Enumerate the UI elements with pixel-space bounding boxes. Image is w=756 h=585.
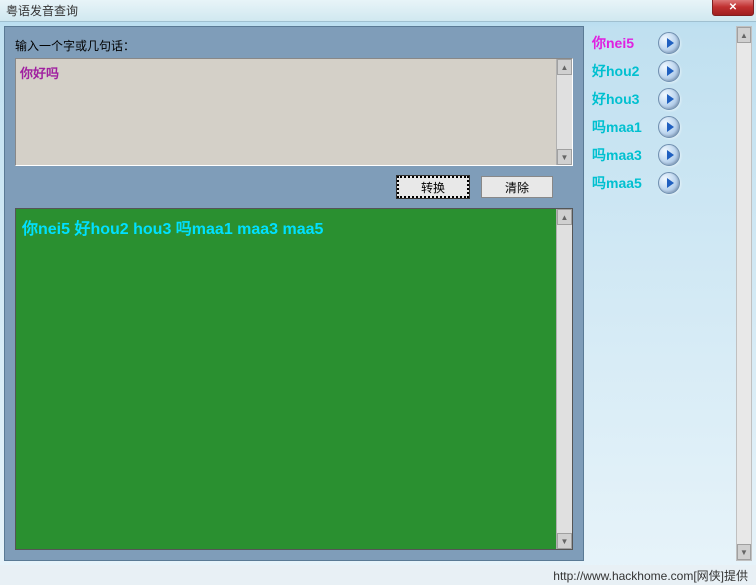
input-textarea[interactable]: 你好吗 ▲ ▼ <box>15 58 573 166</box>
result-text: 好hou3 <box>592 89 658 109</box>
result-row: 好hou3 <box>592 88 748 110</box>
close-icon: ✕ <box>729 2 737 13</box>
result-text: 吗maa3 <box>592 145 658 165</box>
result-row: 吗maa5 <box>592 172 748 194</box>
play-button[interactable] <box>658 60 680 82</box>
scroll-up-icon[interactable]: ▲ <box>557 59 572 75</box>
app-window: 粤语发音查询 ✕ 输入一个字或几句话： 你好吗 ▲ ▼ 转换 清除 你nei5 … <box>0 0 756 585</box>
main-area: 输入一个字或几句话： 你好吗 ▲ ▼ 转换 清除 你nei5 好hou2 hou… <box>0 22 756 565</box>
result-row: 吗maa3 <box>592 144 748 166</box>
play-icon <box>667 122 674 132</box>
clear-button[interactable]: 清除 <box>481 176 553 198</box>
play-button[interactable] <box>658 116 680 138</box>
window-title: 粤语发音查询 <box>6 2 78 19</box>
right-panel: 你nei5 好hou2 好hou3 吗maa1 吗maa3 吗maa5 <box>584 22 756 565</box>
play-icon <box>667 94 674 104</box>
output-text: 你nei5 好hou2 hou3 吗maa1 maa3 maa5 <box>22 215 566 239</box>
output-scrollbar[interactable]: ▲ ▼ <box>556 209 572 549</box>
scroll-up-icon[interactable]: ▲ <box>737 27 751 43</box>
left-panel: 输入一个字或几句话： 你好吗 ▲ ▼ 转换 清除 你nei5 好hou2 hou… <box>4 26 584 561</box>
scroll-down-icon[interactable]: ▼ <box>737 544 751 560</box>
play-button[interactable] <box>658 32 680 54</box>
result-text: 吗maa1 <box>592 117 658 137</box>
input-label: 输入一个字或几句话： <box>15 37 573 54</box>
convert-button[interactable]: 转换 <box>397 176 469 198</box>
result-text: 吗maa5 <box>592 173 658 193</box>
result-row: 你nei5 <box>592 32 748 54</box>
scroll-down-icon[interactable]: ▼ <box>557 533 572 549</box>
close-button[interactable]: ✕ <box>712 0 754 16</box>
button-row: 转换 清除 <box>15 176 553 198</box>
window-scrollbar[interactable]: ▲ ▼ <box>736 26 752 561</box>
footer: http://www.hackhome.com[网侠]提供 <box>0 565 756 585</box>
output-box: 你nei5 好hou2 hou3 吗maa1 maa3 maa5 ▲ ▼ <box>15 208 573 550</box>
scroll-down-icon[interactable]: ▼ <box>557 149 572 165</box>
play-icon <box>667 66 674 76</box>
play-button[interactable] <box>658 172 680 194</box>
play-icon <box>667 178 674 188</box>
play-icon <box>667 38 674 48</box>
result-text: 好hou2 <box>592 61 658 81</box>
titlebar: 粤语发音查询 ✕ <box>0 0 756 22</box>
play-button[interactable] <box>658 88 680 110</box>
scroll-up-icon[interactable]: ▲ <box>557 209 572 225</box>
input-value: 你好吗 <box>18 61 570 84</box>
result-row: 好hou2 <box>592 60 748 82</box>
result-text: 你nei5 <box>592 33 658 53</box>
footer-text: http://www.hackhome.com[网侠]提供 <box>553 567 748 584</box>
input-scrollbar[interactable]: ▲ ▼ <box>556 59 572 165</box>
result-row: 吗maa1 <box>592 116 748 138</box>
play-icon <box>667 150 674 160</box>
play-button[interactable] <box>658 144 680 166</box>
